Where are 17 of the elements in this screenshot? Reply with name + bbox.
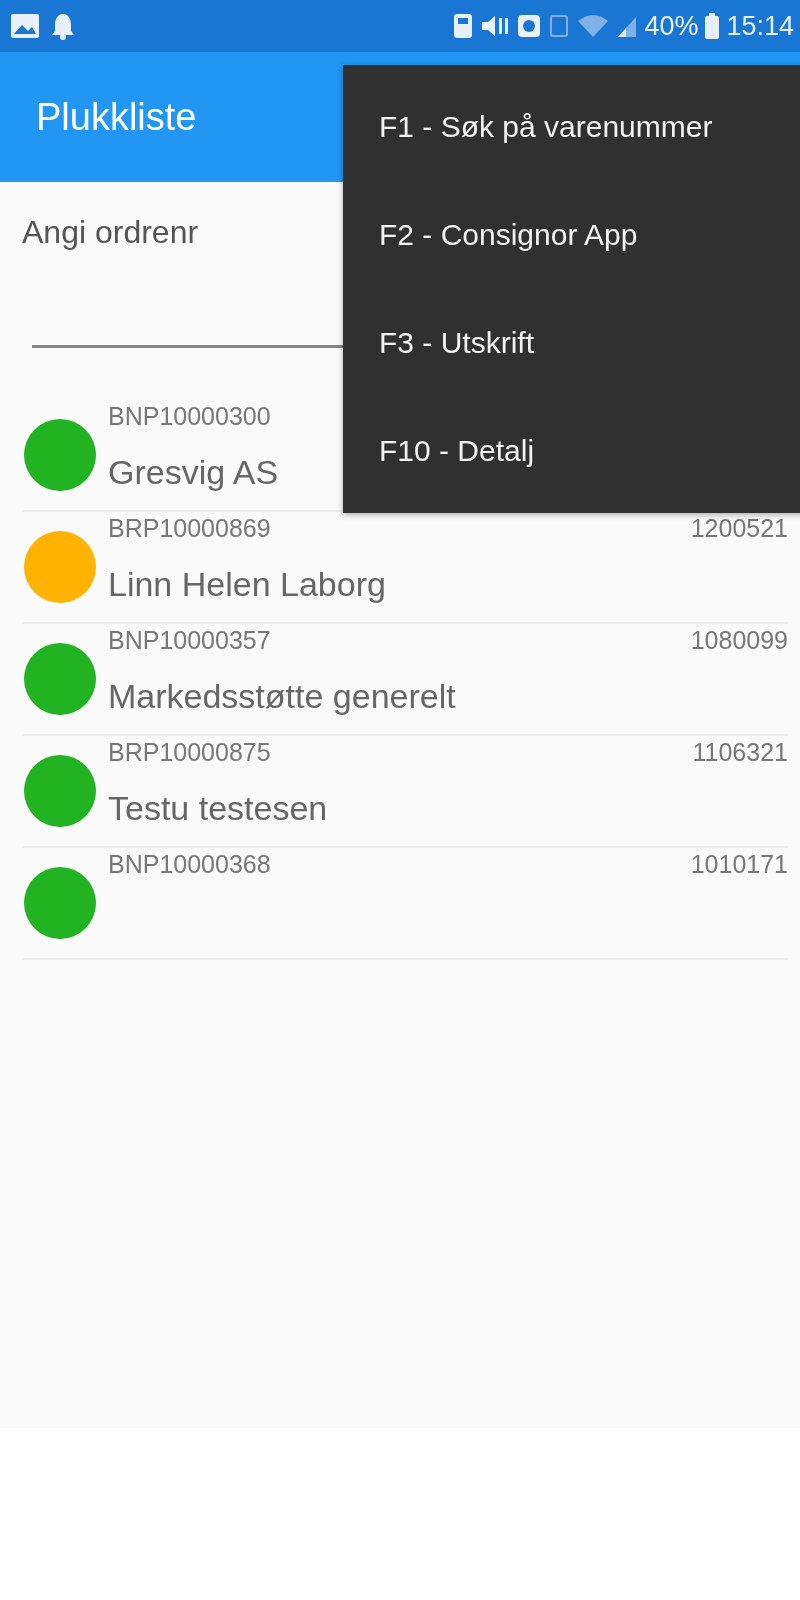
order-code: BRP10000869 [108,514,271,543]
order-code: BNP10000300 [108,402,271,431]
order-code: BNP10000368 [108,850,271,879]
field-label: Angi ordrenr [22,214,199,251]
customer-name: Gresvig AS [108,453,279,492]
customer-number: 1010171 [690,850,788,879]
battery-percentage: 40% [644,10,699,42]
customer-name: Markedsstøtte generelt [108,677,456,716]
customer-number: 1080099 [690,626,788,655]
customer-name: Testu testesen [108,789,328,828]
order-code: BNP10000357 [108,626,271,655]
order-code: BRP10000875 [108,738,271,767]
clock: 15:14 [726,10,794,42]
customer-name: Linn Helen Laborg [108,565,386,604]
app-title: Plukkliste [36,95,197,139]
customer-number: 1106321 [692,738,788,767]
customer-number: 1200521 [690,514,788,543]
